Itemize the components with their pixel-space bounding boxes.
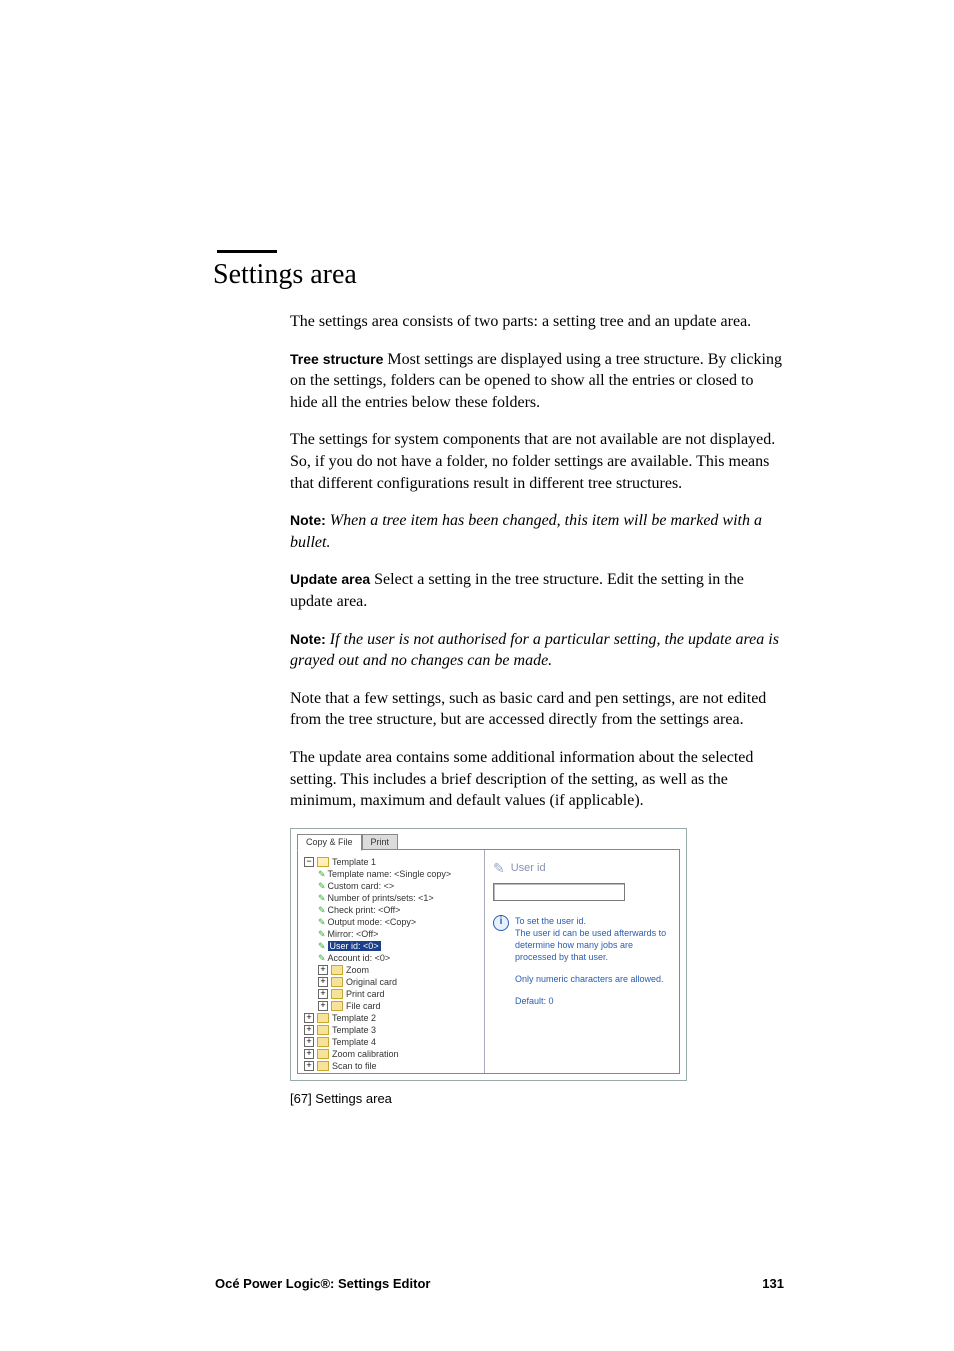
tree-label: Zoom [346, 965, 369, 975]
tree-label: Zoom calibration [332, 1049, 399, 1059]
tree-label: Template 3 [332, 1025, 376, 1035]
folder-icon [317, 1025, 329, 1035]
expand-collapse-icon[interactable]: + [318, 977, 328, 987]
updatearea-desc-paragraph: The update area contains some additional… [290, 747, 784, 812]
update-pane: ✎ User id i To set the user id. The user… [485, 850, 679, 1073]
folder-icon [317, 1013, 329, 1023]
pencil-icon: ✎ [318, 917, 326, 927]
tree-node-original-card[interactable]: + Original card [318, 976, 480, 988]
tree-node-file-card[interactable]: + File card [318, 1000, 480, 1012]
page-title: Settings area [213, 259, 784, 291]
tree-node-template3[interactable]: + Template 3 [304, 1024, 480, 1036]
availability-paragraph: The settings for system components that … [290, 429, 784, 494]
tree-structure-runin: Tree structure [290, 351, 383, 367]
update-help-text: To set the user id. The user id can be u… [515, 915, 671, 1017]
tree-label: Original card [346, 977, 397, 987]
tab-copy-file[interactable]: Copy & File [297, 834, 362, 851]
note-1: Note: When a tree item has been changed,… [290, 510, 784, 553]
tree-leaf-custom-card[interactable]: ✎Custom card: <> [318, 880, 480, 892]
tree-node-scan-to-file[interactable]: + Scan to file [304, 1060, 480, 1072]
note-text-1: When a tree item has been changed, this … [290, 512, 762, 551]
tree-leaf-check-print[interactable]: ✎Check print: <Off> [318, 904, 480, 916]
tree-label: Output mode: <Copy> [328, 917, 417, 927]
pencil-icon: ✎ [318, 929, 326, 939]
expand-collapse-icon[interactable]: + [318, 965, 328, 975]
intro-paragraph: The settings area consists of two parts:… [290, 311, 784, 333]
tree-label: Check print: <Off> [328, 905, 401, 915]
tree-label: Mirror: <Off> [328, 929, 379, 939]
expand-collapse-icon[interactable]: + [304, 1013, 314, 1023]
pencil-icon: ✎ [493, 860, 505, 877]
folder-icon [317, 1037, 329, 1047]
pencil-icon: ✎ [318, 953, 326, 963]
expand-collapse-icon[interactable]: + [304, 1025, 314, 1035]
folder-icon [331, 989, 343, 999]
pencil-icon: ✎ [318, 941, 326, 951]
tree-leaf-template-name[interactable]: ✎Template name: <Single copy> [318, 868, 480, 880]
tree-node-print-card[interactable]: + Print card [318, 988, 480, 1000]
tree-label: Number of prints/sets: <1> [328, 893, 434, 903]
info-line-4: Default: 0 [515, 995, 671, 1007]
expand-collapse-icon[interactable]: + [304, 1037, 314, 1047]
tree-node-zoom[interactable]: + Zoom [318, 964, 480, 976]
tree-leaf-num-prints[interactable]: ✎Number of prints/sets: <1> [318, 892, 480, 904]
tree-leaf-output-mode[interactable]: ✎Output mode: <Copy> [318, 916, 480, 928]
tab-bar: Copy & File Print [297, 833, 398, 850]
update-title-text: User id [511, 862, 546, 874]
tree-label: Scan to file [332, 1061, 377, 1071]
update-title: ✎ User id [493, 860, 671, 877]
tree-pane: −Template 1 ✎Template name: <Single copy… [298, 850, 485, 1073]
tree-node-zoom-cal[interactable]: + Zoom calibration [304, 1048, 480, 1060]
update-area-runin: Update area [290, 571, 370, 587]
note-label-1: Note: [290, 512, 326, 528]
tree-label: Template 2 [332, 1013, 376, 1023]
tree-leaf-account-id[interactable]: ✎Account id: <0> [318, 952, 480, 964]
tree-label: Template name: <Single copy> [328, 869, 452, 879]
user-id-input[interactable] [493, 883, 625, 901]
tree-label: Custom card: <> [328, 881, 395, 891]
tree-label: File card [346, 1001, 381, 1011]
figure-caption: [67] Settings area [290, 1091, 784, 1106]
folder-icon [317, 1061, 329, 1071]
note-2: Note: If the user is not authorised for … [290, 629, 784, 672]
expand-collapse-icon[interactable]: + [304, 1061, 314, 1071]
tree-label: Template 4 [332, 1037, 376, 1047]
pencil-icon: ✎ [318, 881, 326, 891]
update-area-paragraph: Update area Select a setting in the tree… [290, 569, 784, 612]
tree-leaf-mirror[interactable]: ✎Mirror: <Off> [318, 928, 480, 940]
basiccard-paragraph: Note that a few settings, such as basic … [290, 688, 784, 731]
folder-icon [331, 977, 343, 987]
note-label-2: Note: [290, 631, 326, 647]
tree-label: Print card [346, 989, 385, 999]
tree-node-template2[interactable]: + Template 2 [304, 1012, 480, 1024]
pencil-icon: ✎ [318, 905, 326, 915]
tree-label: Template 1 [332, 857, 376, 867]
tree-node-template1[interactable]: −Template 1 ✎Template name: <Single copy… [304, 856, 480, 1012]
tree-structure-paragraph: Tree structure Most settings are display… [290, 349, 784, 414]
footer-left: Océ Power Logic®: Settings Editor [215, 1276, 430, 1291]
tree-leaf-user-id[interactable]: ✎User id: <0> [318, 940, 480, 952]
info-line-2: The user id can be used afterwards to de… [515, 928, 666, 962]
expand-collapse-icon[interactable]: + [304, 1049, 314, 1059]
info-line-3: Only numeric characters are allowed. [515, 973, 671, 985]
tree-label: Account id: <0> [328, 953, 391, 963]
expand-collapse-icon[interactable]: − [304, 857, 314, 867]
page-number: 131 [762, 1276, 784, 1291]
info-line-1: To set the user id. [515, 916, 586, 926]
expand-collapse-icon[interactable]: + [318, 989, 328, 999]
folder-icon [317, 1049, 329, 1059]
expand-collapse-icon[interactable]: + [318, 1001, 328, 1011]
info-icon: i [493, 915, 509, 931]
settings-area-screenshot: Copy & File Print −Template 1 ✎Template … [290, 828, 687, 1081]
pencil-icon: ✎ [318, 869, 326, 879]
folder-icon [331, 965, 343, 975]
folder-icon [331, 1001, 343, 1011]
folder-open-icon [317, 857, 329, 867]
heading-rule [217, 250, 277, 253]
tree-label-selected: User id: <0> [328, 941, 381, 951]
pencil-icon: ✎ [318, 893, 326, 903]
note-text-2: If the user is not authorised for a part… [290, 631, 779, 670]
tree-node-template4[interactable]: + Template 4 [304, 1036, 480, 1048]
